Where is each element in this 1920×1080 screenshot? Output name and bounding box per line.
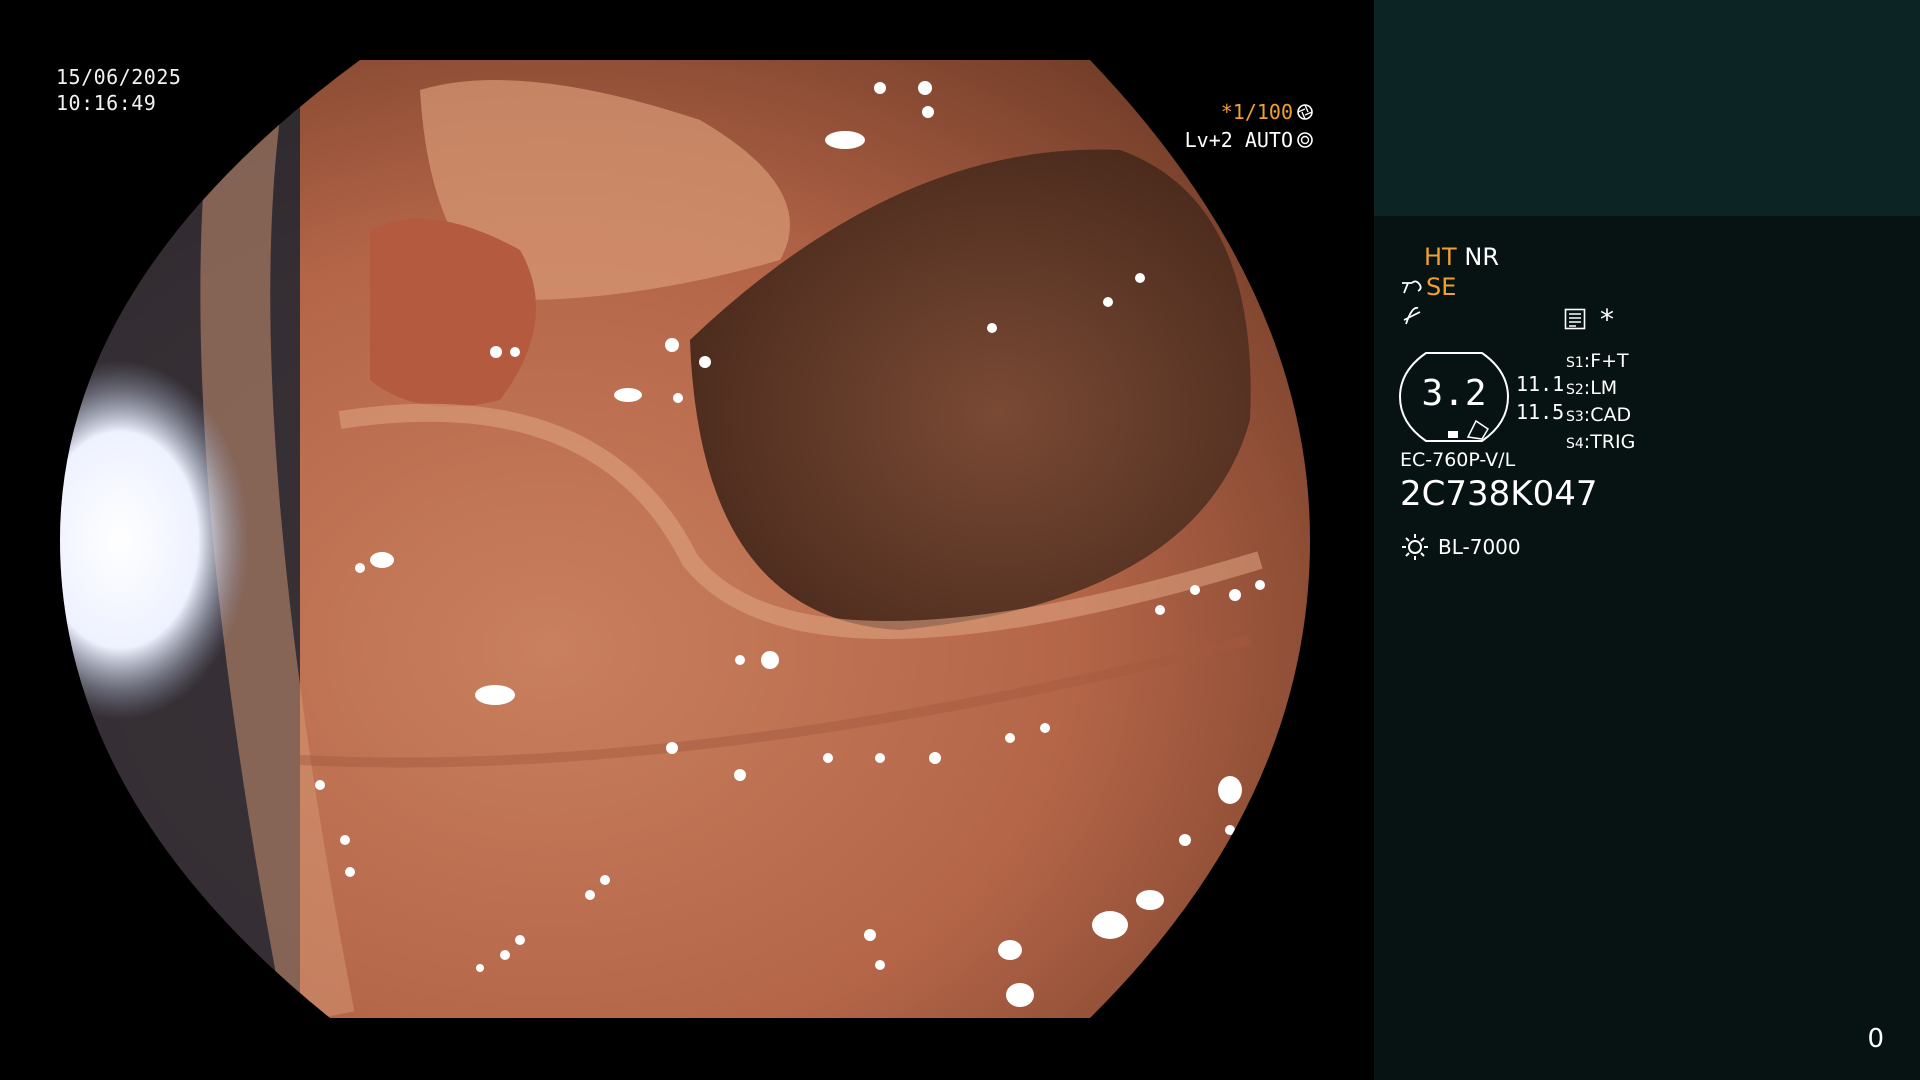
switch-key: S2	[1566, 382, 1584, 398]
switch-item: S4:TRIG	[1566, 431, 1636, 453]
switch-key: S4	[1566, 436, 1584, 452]
switch-key: S1	[1566, 355, 1584, 371]
info-panel: HT NR SE * 3.2 11.1 11.5 S1:F+T S2:LM S3…	[1374, 0, 1920, 1080]
image-mode-row: HT NR	[1424, 243, 1499, 271]
scope-serial: 2C738K047	[1400, 474, 1598, 514]
light-source-icon	[1402, 534, 1428, 560]
asterisk-marker: *	[1600, 303, 1614, 336]
endoscopic-image	[60, 60, 1310, 1018]
date-label: 15/06/2025	[56, 65, 182, 89]
switch-item: S2:LM	[1566, 377, 1618, 399]
level-row: Lv+2 AUTO	[1185, 126, 1314, 154]
switch-value: TRIG	[1590, 431, 1636, 453]
panel-top-area	[1374, 0, 1920, 216]
image-counter: 0	[1867, 1024, 1884, 1054]
nr-label: NR	[1464, 243, 1499, 271]
exposure-readout: *1/100 Lv+2 AUTO	[1185, 98, 1314, 154]
endoscope-view: 15/06/2025 10:16:49 *1/100 Lv+2 AUTO	[0, 0, 1372, 1080]
gauge-reading: 11.5	[1516, 400, 1565, 424]
ht-label: HT	[1424, 243, 1457, 271]
switch-value: CAD	[1590, 404, 1632, 426]
switch-item: S1:F+T	[1566, 350, 1629, 372]
light-source-row: BL-7000	[1400, 532, 1521, 562]
switch-value: LM	[1590, 377, 1618, 399]
time-label: 10:16:49	[56, 91, 157, 115]
light-source-label: BL-7000	[1438, 535, 1521, 559]
shutter-row: *1/100	[1185, 98, 1314, 126]
shutter-speed: *1/100	[1220, 100, 1293, 124]
structure-row	[1400, 304, 1424, 334]
aperture-icon	[1297, 104, 1313, 120]
switch-value: F+T	[1590, 350, 1629, 372]
structure-enhance-icon	[1403, 306, 1421, 325]
settings-list-icon	[1564, 308, 1586, 334]
switch-item: S3:CAD	[1566, 404, 1632, 426]
magnification-gauge: 3.2	[1398, 351, 1510, 443]
gauge-readings: 11.1 11.5	[1516, 370, 1564, 426]
date-time: 15/06/2025 10:16:49	[56, 64, 181, 116]
gauge-reading: 11.1	[1516, 372, 1565, 396]
iris-icon	[1297, 132, 1313, 148]
se-row: SE	[1400, 273, 1456, 301]
se-label: SE	[1426, 273, 1457, 301]
scope-model: EC-760P-V/L	[1400, 449, 1516, 471]
switch-key: S3	[1566, 409, 1584, 425]
level-mode: Lv+2 AUTO	[1184, 128, 1293, 152]
gauge-value: 3.2	[1421, 373, 1487, 414]
scope-switch-list: S1:F+T S2:LM S3:CAD S4:TRIG	[1566, 349, 1635, 457]
edge-enhance-icon	[1402, 280, 1422, 294]
